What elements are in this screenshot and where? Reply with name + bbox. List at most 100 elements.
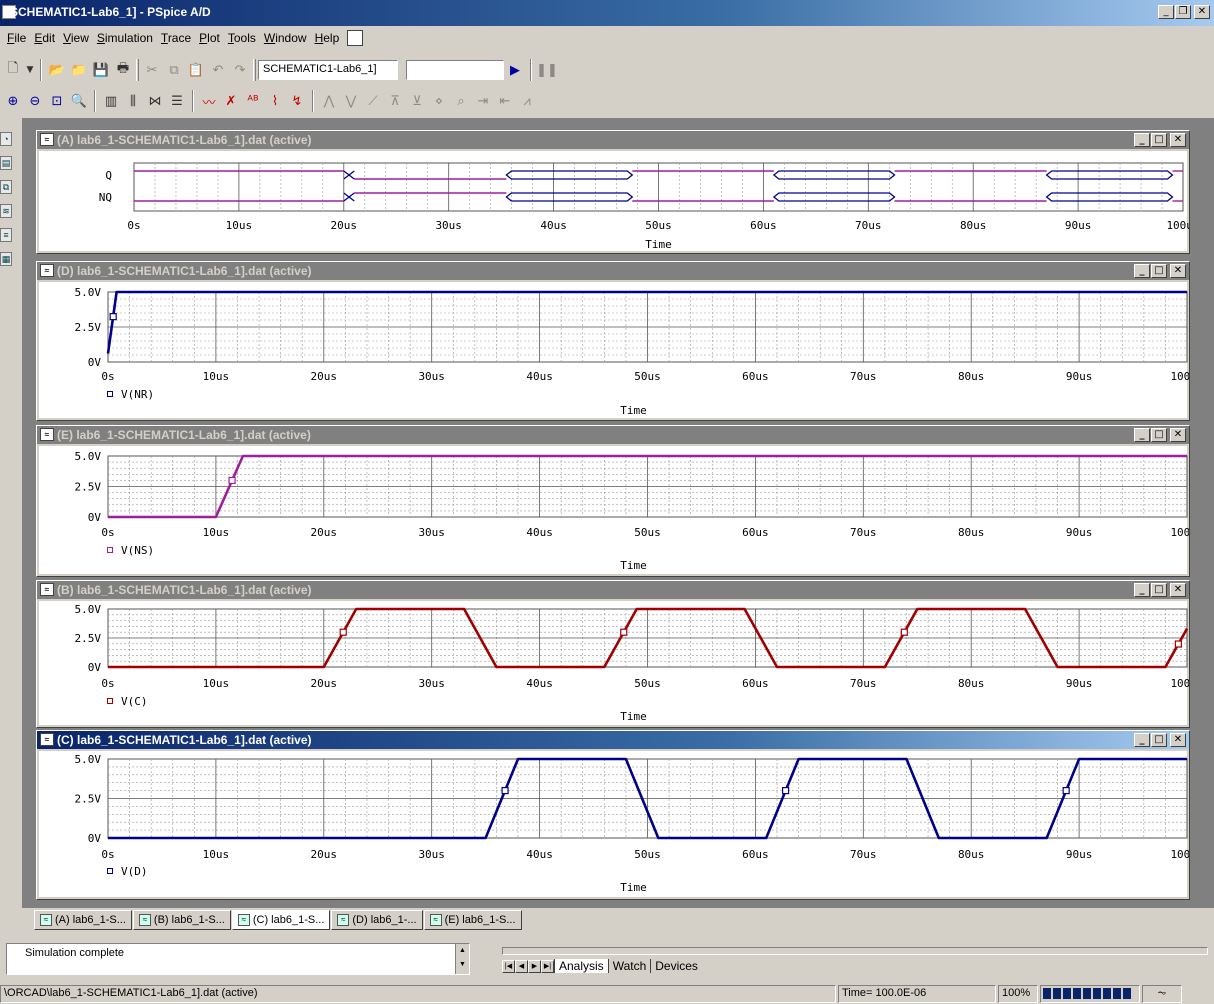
- maximize-button[interactable]: □: [1151, 428, 1167, 442]
- tab-scroll-right-icon[interactable]: ▶: [528, 959, 541, 973]
- minimize-button[interactable]: _: [1134, 428, 1150, 442]
- add-trace-icon[interactable]: 〰: [198, 90, 220, 112]
- save-icon[interactable]: 💾: [90, 59, 112, 81]
- cursor-max-icon[interactable]: ⊻: [406, 90, 428, 112]
- maximize-button[interactable]: □: [1151, 133, 1167, 147]
- palette-probe-icon[interactable]: ◔: [0, 132, 12, 146]
- menu-simulation[interactable]: Simulation: [93, 31, 157, 45]
- cursor-prev-transition-icon[interactable]: ⇤: [494, 90, 516, 112]
- close-button[interactable]: ✕: [1170, 583, 1186, 597]
- trace-legend[interactable]: V(D): [107, 865, 148, 878]
- maximize-button[interactable]: □: [1151, 264, 1167, 278]
- run-simulation-icon[interactable]: ▶: [504, 59, 526, 81]
- mark-label-icon[interactable]: ⩘: [516, 90, 538, 112]
- undo-icon[interactable]: ↶: [207, 59, 229, 81]
- tab-plot-d[interactable]: ≈ (D) lab6_1-...: [331, 910, 423, 930]
- cursor-search-icon[interactable]: ⌕: [450, 90, 472, 112]
- minimize-button[interactable]: _: [1134, 133, 1150, 147]
- output-scrollbar[interactable]: ▲ ▼: [455, 944, 469, 974]
- fourier-icon[interactable]: ⫼: [122, 90, 144, 112]
- plot-area-b[interactable]: 0V 2.5V 5.0V 0s 10us 20us 30us 40us 50us 60us 70us…: [39, 601, 1190, 727]
- tab-plot-b[interactable]: ≈ (B) lab6_1-S...: [132, 910, 231, 930]
- cursor-slope-icon[interactable]: ⟋: [362, 90, 384, 112]
- trace-legend[interactable]: V(C): [107, 695, 148, 708]
- new-dropdown-arrow-icon[interactable]: ▼: [24, 59, 36, 81]
- analog-plot-svg[interactable]: 0V 2.5V 5.0V 0s 10us 20us 30us 40us 50us 60us 70us…: [39, 751, 1190, 899]
- close-button[interactable]: ✕: [1194, 5, 1210, 19]
- menu-window[interactable]: Window: [260, 31, 311, 45]
- restore-button[interactable]: ❐: [1175, 5, 1191, 19]
- print-icon[interactable]: 🖶: [112, 59, 134, 81]
- close-button[interactable]: ✕: [1170, 133, 1186, 147]
- menu-edit[interactable]: Edit: [30, 31, 59, 45]
- tab-scroll-first-icon[interactable]: |◀: [502, 959, 515, 973]
- tab-scroll-left-icon[interactable]: ◀: [515, 959, 528, 973]
- output-window[interactable]: Simulation complete ▲ ▼: [6, 943, 470, 975]
- zoom-in-icon[interactable]: ⊕: [2, 90, 24, 112]
- new-document-icon[interactable]: 🗋: [2, 59, 24, 81]
- plot-window-e-titlebar[interactable]: ≈ (E) lab6_1-SCHEMATIC1-Lab6_1].dat (act…: [37, 426, 1189, 444]
- digital-plot-svg[interactable]: Q NQ 0s 10us 20us 30us 40us 50us 60us 70us 80us 90u…: [39, 151, 1189, 253]
- log-x-axis-icon[interactable]: ▥: [100, 90, 122, 112]
- palette-digital-icon[interactable]: ▦: [0, 252, 12, 266]
- toggle-cursor-icon[interactable]: ↯: [286, 90, 308, 112]
- context-help-icon[interactable]: [347, 30, 364, 46]
- cursor-peak-icon[interactable]: ⋀: [318, 90, 340, 112]
- cursor-trough-icon[interactable]: ⋁: [340, 90, 362, 112]
- tab-analysis[interactable]: Analysis: [554, 959, 608, 973]
- plot-area-a[interactable]: Q NQ 0s 10us 20us 30us 40us 50us 60us 70us 80us 90u…: [39, 151, 1189, 253]
- cursor-next-transition-icon[interactable]: ⇥: [472, 90, 494, 112]
- pause-simulation-icon[interactable]: ❚❚: [536, 59, 558, 81]
- palette-copy-icon[interactable]: ⧉: [0, 180, 12, 194]
- minimize-button[interactable]: _: [1158, 5, 1174, 19]
- menu-file[interactable]: File: [3, 31, 30, 45]
- close-button[interactable]: ✕: [1170, 264, 1186, 278]
- cursor-min-icon[interactable]: ⊼: [384, 90, 406, 112]
- plot-window-d-titlebar[interactable]: ≈ (D) lab6_1-SCHEMATIC1-Lab6_1].dat (act…: [37, 262, 1189, 280]
- simulation-profile-combo[interactable]: SCHEMATIC1-Lab6_1]: [258, 60, 398, 80]
- cursor-point-icon[interactable]: ⋄: [428, 90, 450, 112]
- plot-window-b-titlebar[interactable]: ≈ (B) lab6_1-SCHEMATIC1-Lab6_1].dat (act…: [37, 581, 1189, 599]
- tab-plot-c[interactable]: ≈ (C) lab6_1-S...: [231, 910, 331, 930]
- maximize-button[interactable]: □: [1151, 733, 1167, 747]
- open-folder-icon[interactable]: 📂: [46, 59, 68, 81]
- mark-data-points-icon[interactable]: ⌇: [264, 90, 286, 112]
- plot-window-a-titlebar[interactable]: ≈ (A) lab6_1-SCHEMATIC1-Lab6_1].dat (act…: [37, 131, 1189, 149]
- palette-list-icon[interactable]: ≡: [0, 228, 12, 242]
- analog-plot-svg[interactable]: 0V 2.5V 5.0V 0s 10us 20us 30us 40us 50us 60us 70us…: [39, 282, 1190, 420]
- add-text-label-icon[interactable]: ᴬᴮ: [242, 90, 264, 112]
- plot-area-e[interactable]: 0V 2.5V 5.0V 0s 10us 20us 30us 40us 50us 60us 70us…: [39, 446, 1190, 576]
- minimize-button[interactable]: _: [1134, 733, 1150, 747]
- open-file-icon[interactable]: 📁: [68, 59, 90, 81]
- analog-plot-svg[interactable]: 0V 2.5V 5.0V 0s 10us 20us 30us 40us 50us 60us 70us…: [39, 601, 1190, 727]
- minimize-button[interactable]: _: [1134, 583, 1150, 597]
- plot-area-d[interactable]: 0V 2.5V 5.0V 0s 10us 20us 30us 40us 50us 60us 70us…: [39, 282, 1190, 420]
- menu-trace[interactable]: Trace: [157, 31, 195, 45]
- minimize-button[interactable]: _: [1134, 264, 1150, 278]
- palette-output-file-icon[interactable]: ▤: [0, 156, 12, 170]
- tab-watch[interactable]: Watch: [607, 959, 651, 973]
- zoom-fit-icon[interactable]: 🔍: [68, 90, 90, 112]
- zoom-out-icon[interactable]: ⊖: [24, 90, 46, 112]
- tab-scroll-last-icon[interactable]: ▶|: [541, 959, 554, 973]
- tab-plot-e[interactable]: ≈ (E) lab6_1-S...: [423, 910, 522, 930]
- tab-devices[interactable]: Devices: [650, 959, 702, 973]
- menu-tools[interactable]: Tools: [224, 31, 260, 45]
- menu-view[interactable]: View: [59, 31, 93, 45]
- log-y-axis-icon[interactable]: ☰: [166, 90, 188, 112]
- paste-icon[interactable]: 📋: [185, 59, 207, 81]
- close-button[interactable]: ✕: [1170, 428, 1186, 442]
- plot-area-c[interactable]: 0V 2.5V 5.0V 0s 10us 20us 30us 40us 50us 60us 70us…: [39, 751, 1190, 899]
- tab-plot-a[interactable]: ≈ (A) lab6_1-S...: [34, 910, 132, 930]
- palette-plot-icon[interactable]: ≋: [0, 204, 12, 218]
- menu-plot[interactable]: Plot: [195, 31, 224, 45]
- menu-help[interactable]: Help: [311, 31, 344, 45]
- trace-legend[interactable]: V(NR): [107, 388, 154, 401]
- plot-window-c-titlebar[interactable]: ≈ (C) lab6_1-SCHEMATIC1-Lab6_1].dat (act…: [37, 731, 1189, 749]
- close-button[interactable]: ✕: [1170, 733, 1186, 747]
- simulation-secondary-combo[interactable]: [406, 60, 504, 80]
- analog-plot-svg[interactable]: 0V 2.5V 5.0V 0s 10us 20us 30us 40us 50us 60us 70us…: [39, 446, 1190, 576]
- performance-analysis-icon[interactable]: ⋈: [144, 90, 166, 112]
- redo-icon[interactable]: ↷: [229, 59, 251, 81]
- cut-icon[interactable]: ✂: [141, 59, 163, 81]
